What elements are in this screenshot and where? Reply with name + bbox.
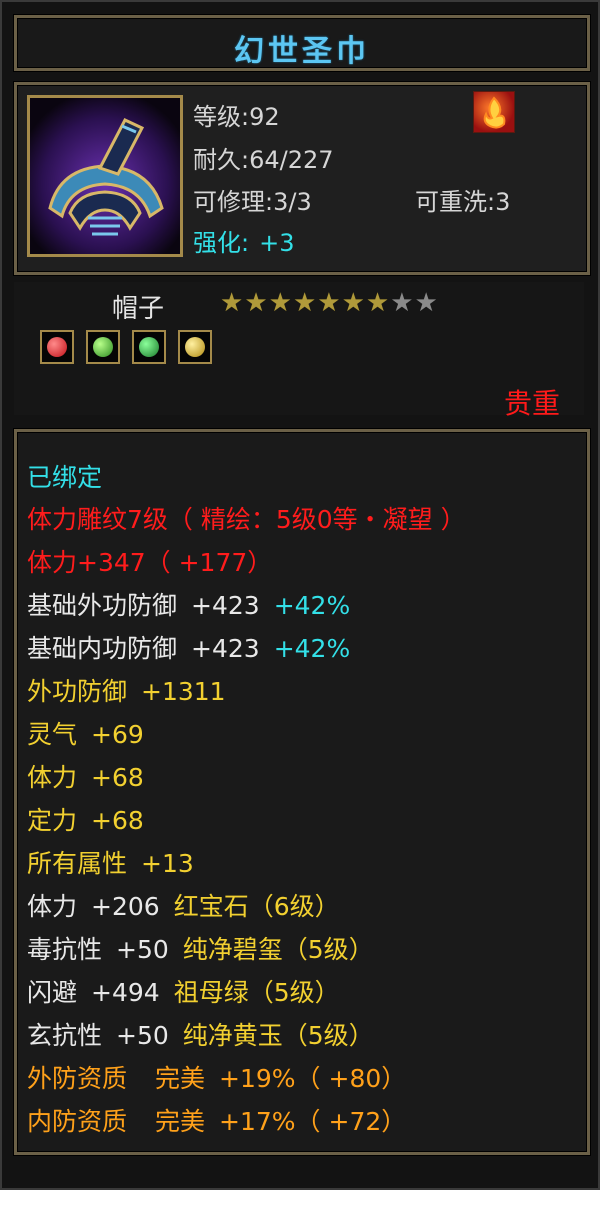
green-jade-icon[interactable]	[132, 330, 166, 364]
rarity-label: 贵重	[503, 387, 560, 420]
item-type: 帽子	[112, 294, 165, 324]
gem-stat-line: 毒抗性 +50 纯净碧玺（5级）	[27, 935, 374, 964]
item-rewash-count: 可重洗:3	[415, 188, 511, 216]
star-icon: ★	[292, 288, 318, 318]
gem-stat-line: 体力 +206 红宝石（6级）	[27, 892, 340, 921]
stamina-line: 体力 +68	[27, 763, 144, 792]
attribute-panel: 已绑定 体力雕纹7级（ 精绘：5级0等・凝望 ） 体力+347（ +177） 基…	[14, 429, 590, 1155]
all-attr-line: 所有属性 +13	[27, 849, 194, 878]
star-empty-icon: ★	[414, 288, 439, 318]
green-gem-icon[interactable]	[86, 330, 120, 364]
engraving-line: 体力雕纹7级（ 精绘：5级0等・凝望 ）	[27, 505, 466, 534]
star-icon: ★	[341, 288, 366, 318]
star-empty-icon: ★	[390, 288, 415, 318]
red-gem-icon[interactable]	[40, 330, 74, 364]
focus-line: 定力 +68	[27, 806, 144, 835]
headband-icon	[30, 98, 180, 254]
star-icon: ★	[365, 288, 391, 318]
item-durability: 耐久:64/227	[193, 146, 334, 174]
gem-stat-line: 玄抗性 +50 纯净黄玉（5级）	[27, 1021, 374, 1050]
star-icon: ★	[317, 288, 342, 318]
in-def-quality-line: 内防资质 完美 +17%（ +72）	[27, 1107, 407, 1136]
bound-status: 已绑定	[27, 463, 103, 492]
out-def-line: 外功防御 +1311	[27, 677, 226, 706]
item-tooltip: 幻世圣巾 等级:92 耐久:64/227 可修理:3/3 可重洗:3 强化: +…	[0, 0, 600, 1190]
item-enhance: 强化: +3	[193, 223, 294, 258]
base-out-def-line: 基础外功防御 +423 +42%	[27, 591, 351, 620]
item-name: 幻世圣巾	[234, 34, 370, 69]
star-icon: ★	[268, 288, 293, 318]
out-def-quality-line: 外防资质 完美 +19%（ +80）	[27, 1064, 407, 1093]
enhance-label: 强化:	[193, 229, 250, 257]
base-in-def-line: 基础内功防御 +423 +42%	[27, 634, 351, 663]
star-icon: ★	[244, 288, 269, 318]
item-info-panel: 等级:92 耐久:64/227 可修理:3/3 可重洗:3 强化: +3	[14, 82, 590, 275]
gem-stat-line: 闪避 +494 祖母绿（5级）	[27, 978, 340, 1007]
star-icon: ★	[220, 288, 245, 318]
item-level: 等级:92	[193, 103, 280, 131]
stamina-bonus-line: 体力+347（ +177）	[27, 548, 273, 577]
flame-bonus-icon[interactable]	[473, 91, 515, 133]
item-icon-frame[interactable]	[27, 95, 183, 257]
star-rating: ★★★★★★★★★	[220, 288, 439, 318]
item-repair-count: 可修理:3/3	[193, 188, 312, 216]
item-type-panel: 帽子 ★★★★★★★★★ 贵重	[14, 282, 584, 420]
spirit-line: 灵气 +69	[27, 720, 144, 749]
yellow-gem-icon[interactable]	[178, 330, 212, 364]
enhance-value: +3	[259, 229, 295, 257]
title-bar: 幻世圣巾	[14, 15, 590, 71]
